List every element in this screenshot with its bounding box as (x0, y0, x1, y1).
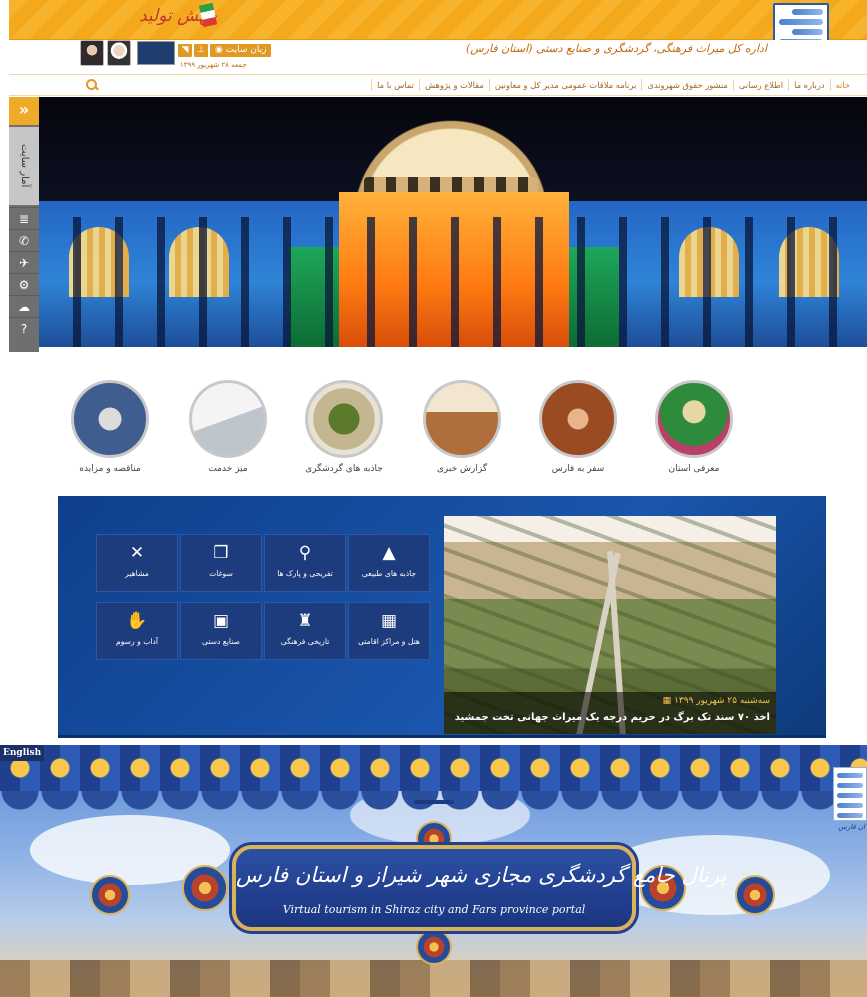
tile-historical-cultural[interactable]: ♜ تاریخی فرهنگی (264, 602, 346, 660)
tile-souvenirs[interactable]: ❒ سوغات (180, 534, 262, 592)
heritage-website: جهش تولید اداره کل میراث فرهنگی، گردشگری… (9, 0, 867, 740)
handshake-icon: ✋ (126, 611, 148, 631)
ornament-right-outer (735, 875, 775, 915)
nav-citizen-rights[interactable]: منشور حقوق شهروندی (641, 79, 733, 91)
portal-logo[interactable] (833, 767, 867, 821)
calendar-icon: ▦ (662, 696, 672, 706)
tile-hotels[interactable]: ▦ هتل و مراکز اقامتی (348, 602, 430, 660)
ornament-left (182, 865, 228, 911)
emblem-banner[interactable] (137, 41, 175, 65)
plane-icon[interactable]: ✈ (9, 251, 39, 273)
database-icon[interactable]: ≣ (9, 207, 39, 229)
tree-icon: ▲ (382, 543, 396, 563)
quick-link-tenders[interactable]: مناقصه و مزایده (55, 380, 165, 474)
tourism-section: ▲ جاذبه های طبیعی ⚲ تفریحی و پارک ها ❒ س… (58, 496, 826, 738)
quick-link-service-desk[interactable]: میز خدمت (173, 380, 283, 474)
pen-icon: ✕ (129, 543, 145, 563)
top-banner: جهش تولید (9, 0, 867, 53)
english-language-link[interactable]: English (0, 745, 45, 761)
tile-handicrafts[interactable]: ▣ صنایع دستی (180, 602, 262, 660)
leader-portrait[interactable] (80, 40, 104, 66)
featured-news-title[interactable]: اخذ ۷۰ سند تک برگ در حریم درجه یک میراث … (455, 712, 770, 723)
expand-sidebar-icon[interactable]: » (9, 97, 39, 125)
nav-meeting-schedule[interactable]: برنامه ملاقات عمومی مدیر کل و معاونین (488, 79, 642, 91)
service-desk-image (189, 380, 267, 458)
nav-news[interactable]: اطلاع رسانی (732, 79, 788, 91)
ornament-left-outer (90, 875, 130, 915)
travel-image (539, 380, 617, 458)
current-date: جمعه ۲۸ شهریور ۱۳۹۹ (180, 61, 247, 69)
site-stats-tab[interactable]: آمار سایت (9, 127, 39, 205)
province-intro-image (655, 380, 733, 458)
tile-celebrities[interactable]: ✕ مشاهیر (96, 534, 178, 592)
president-portrait[interactable] (107, 40, 131, 66)
attractions-image (305, 380, 383, 458)
tile-customs[interactable]: ✋ آداب و رسوم (96, 602, 178, 660)
site-language-label: زبان سایت (225, 45, 267, 55)
nav-menu: خانه درباره ما اطلاع رسانی منشور حقوق شه… (371, 75, 855, 95)
globe-icon: ◉ (215, 45, 223, 55)
rss-icon[interactable]: ◥ (178, 44, 192, 57)
ornament-bottom (416, 929, 452, 965)
tile-natural-attractions[interactable]: ▲ جاذبه های طبیعی (348, 534, 430, 592)
building-icon: ▦ (380, 611, 398, 631)
virtual-tourism-portal: English ان فارس پرتال جامع گردشگری مجازی… (0, 745, 867, 997)
nav-about[interactable]: درباره ما (788, 79, 830, 91)
site-language-button[interactable]: ◉ زبان سایت (210, 44, 272, 57)
phone-icon[interactable]: ✆ (9, 229, 39, 251)
category-tiles: ▲ جاذبه های طبیعی ⚲ تفریحی و پارک ها ❒ س… (96, 534, 431, 714)
portal-logo-text: ان فارس (838, 823, 865, 831)
portal-title-english: Virtual tourism in Shiraz city and Fars … (282, 903, 586, 916)
featured-news-caption: ▦ سه‌شنبه ۲۵ شهریور ۱۳۹۹ اخذ ۷۰ سند تک ب… (444, 692, 776, 734)
portal-title-persian: پرتال جامع گردشگری مجازی شهر شیراز و است… (236, 863, 727, 887)
nav-contact[interactable]: تماس با ما (371, 79, 419, 91)
sitemap-icon[interactable]: ⊥ (194, 44, 208, 57)
help-icon[interactable]: ? (9, 317, 39, 339)
calligraphy-ornament (410, 793, 458, 811)
floating-sidebar: » آمار سایت ≣ ✆ ✈ ⚙ ☁ ? (9, 97, 39, 352)
main-navigation: خانه درباره ما اطلاع رسانی منشور حقوق شه… (9, 74, 867, 96)
castle-icon: ♜ (297, 611, 313, 631)
quick-link-province-intro[interactable]: معرفی استان (639, 380, 749, 474)
search-icon[interactable] (85, 78, 99, 92)
gears-icon[interactable]: ⚙ (9, 273, 39, 295)
bicycle-icon: ⚲ (298, 543, 312, 563)
quick-link-travel-to-fars[interactable]: سفر به فارس (523, 380, 633, 474)
chat-icon[interactable]: ☁ (9, 295, 39, 317)
quick-link-news-report[interactable]: گزارش خبری (407, 380, 517, 474)
building-backdrop (0, 960, 867, 997)
gift-icon: ❒ (213, 543, 229, 563)
featured-news-slide[interactable]: ▦ سه‌شنبه ۲۵ شهریور ۱۳۹۹ اخذ ۷۰ سند تک ب… (444, 516, 776, 734)
news-report-image (423, 380, 501, 458)
header-bar: اداره کل میراث فرهنگی، گردشگری و صنایع د… (9, 40, 867, 72)
organization-title: اداره کل میراث فرهنگی، گردشگری و صنایع د… (465, 42, 767, 55)
quick-link-attractions[interactable]: جاذبه های گردشگری (289, 380, 399, 474)
tenders-image (71, 380, 149, 458)
quick-links: معرفی استان سفر به فارس گزارش خبری جاذبه… (9, 380, 867, 490)
nav-articles[interactable]: مقالات و پژوهش (418, 79, 489, 91)
tile-border (0, 745, 867, 791)
portal-title-banner: پرتال جامع گردشگری مجازی شهر شیراز و است… (232, 845, 727, 931)
hero-image (39, 97, 867, 347)
shopping-bag-icon: ▣ (212, 611, 230, 631)
featured-news-date: ▦ سه‌شنبه ۲۵ شهریور ۱۳۹۹ (662, 696, 770, 706)
tile-recreation-parks[interactable]: ⚲ تفریحی و پارک ها (264, 534, 346, 592)
nav-home[interactable]: خانه (829, 79, 855, 91)
